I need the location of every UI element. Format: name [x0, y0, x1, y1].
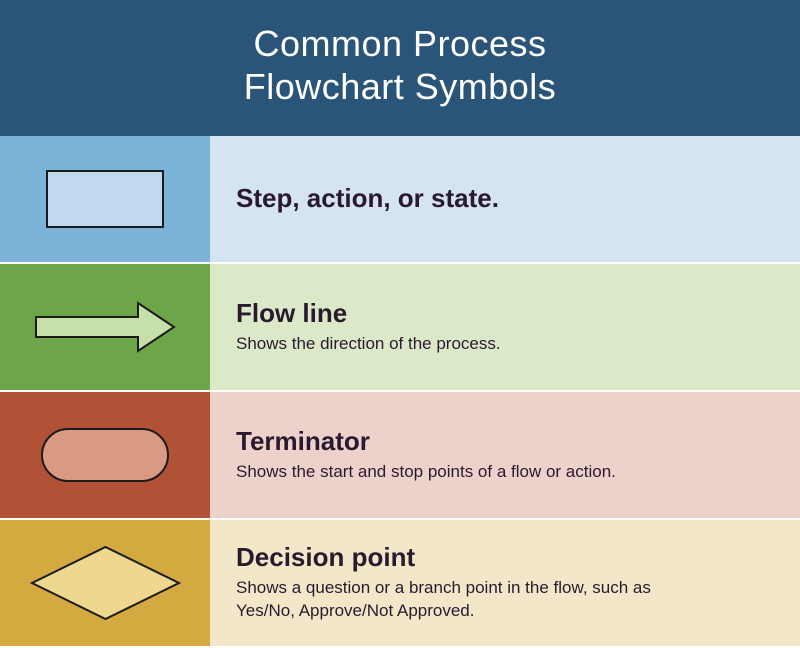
decision-desc: Shows a question or a branch point in th…	[236, 577, 696, 623]
decision-label: Decision point	[236, 543, 774, 573]
step-text: Step, action, or state.	[210, 136, 800, 262]
diagram-title: Common Process Flowchart Symbols	[0, 0, 800, 136]
row-step: Step, action, or state.	[0, 136, 800, 264]
terminator-text: Terminator Shows the start and stop poin…	[210, 392, 800, 518]
terminator-label: Terminator	[236, 427, 774, 457]
flowline-icon-cell	[0, 264, 210, 390]
title-line-1: Common Process	[253, 23, 546, 64]
title-line-2: Flowchart Symbols	[244, 66, 557, 107]
flowline-label: Flow line	[236, 299, 774, 329]
decision-text: Decision point Shows a question or a bra…	[210, 520, 800, 646]
terminator-desc: Shows the start and stop points of a flo…	[236, 461, 696, 484]
flowline-desc: Shows the direction of the process.	[236, 333, 696, 356]
decision-icon-cell	[0, 520, 210, 646]
row-terminator: Terminator Shows the start and stop poin…	[0, 392, 800, 520]
row-decision: Decision point Shows a question or a bra…	[0, 520, 800, 648]
step-icon-cell	[0, 136, 210, 262]
terminator-icon	[39, 426, 171, 484]
diamond-icon	[28, 543, 183, 623]
row-flowline: Flow line Shows the direction of the pro…	[0, 264, 800, 392]
rectangle-icon	[45, 169, 165, 229]
flowline-text: Flow line Shows the direction of the pro…	[210, 264, 800, 390]
arrow-icon	[30, 297, 180, 357]
terminator-icon-cell	[0, 392, 210, 518]
step-label: Step, action, or state.	[236, 184, 774, 214]
